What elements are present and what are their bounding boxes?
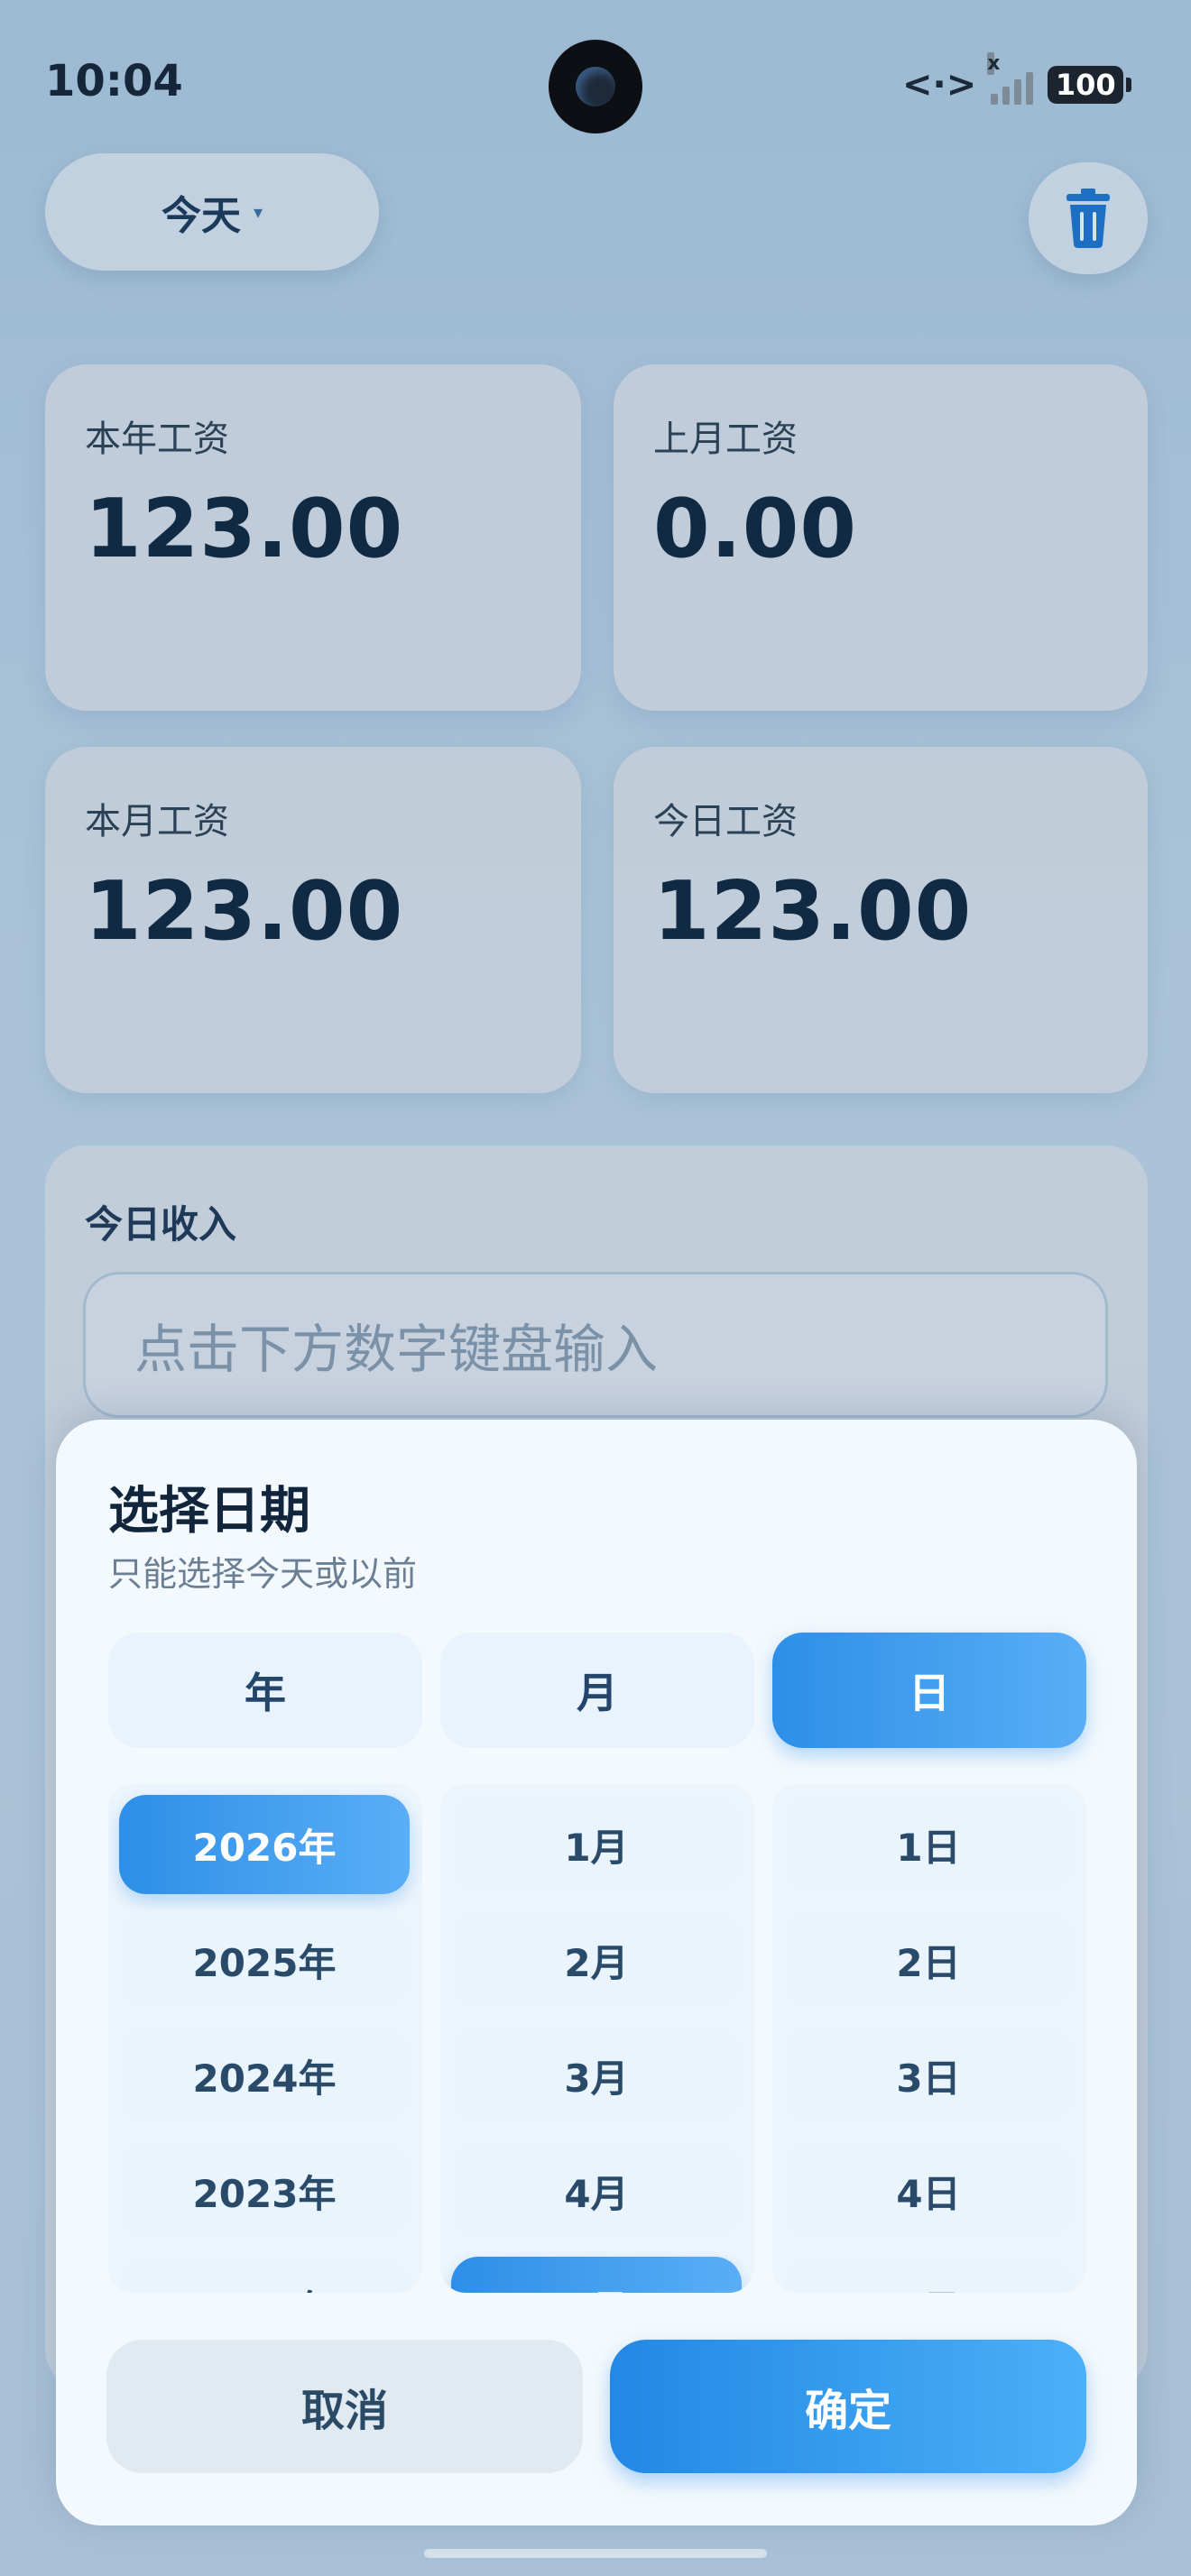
tab-month[interactable]: 月 — [440, 1633, 754, 1748]
year-option[interactable]: 2025年 — [119, 1910, 410, 2010]
stat-label: 上月工资 — [653, 419, 798, 460]
status-icons: <·> x 100 — [902, 52, 1132, 112]
month-option[interactable]: 5月 — [451, 2257, 742, 2293]
day-option[interactable]: 5日 — [783, 2257, 1074, 2293]
stat-value: 0.00 — [653, 482, 858, 576]
stat-label: 本年工资 — [85, 419, 229, 460]
stat-value: 123.00 — [653, 864, 973, 959]
tab-day[interactable]: 日 — [772, 1633, 1086, 1748]
income-title: 今日收入 — [85, 1202, 237, 1247]
year-option[interactable]: 2023年 — [119, 2141, 410, 2240]
battery-indicator: 100 — [1048, 66, 1132, 104]
month-column[interactable]: 1月 2月 3月 4月 5月 — [440, 1784, 754, 2293]
stat-card-today: 今日工资 123.00 — [614, 747, 1148, 1093]
stat-card-year: 本年工资 123.00 — [45, 364, 581, 711]
signal-weak-icon: x — [987, 52, 1034, 105]
dialog-title: 选择日期 — [108, 1482, 310, 1541]
date-picker-dialog: 选择日期 只能选择今天或以前 年 月 日 2026年 2025年 2024年 2… — [56, 1420, 1137, 2525]
dialog-subtitle: 只能选择今天或以前 — [108, 1554, 418, 1594]
home-indicator[interactable] — [424, 2549, 767, 2558]
date-selector-label: 今天 — [161, 193, 241, 239]
stat-label: 本月工资 — [85, 801, 229, 842]
year-option[interactable]: 2026年 — [119, 1795, 410, 1894]
month-option[interactable]: 4月 — [451, 2141, 742, 2240]
stat-card-last-month: 上月工资 0.00 — [614, 364, 1148, 711]
cancel-button[interactable]: 取消 — [106, 2340, 583, 2473]
day-option[interactable]: 2日 — [783, 1910, 1074, 2010]
month-option[interactable]: 2月 — [451, 1910, 742, 2010]
stat-label: 今日工资 — [653, 801, 798, 842]
status-time: 10:04 — [45, 56, 183, 106]
day-option[interactable]: 4日 — [783, 2141, 1074, 2240]
income-input[interactable]: 点击下方数字键盘输入 — [83, 1272, 1108, 1418]
tab-year[interactable]: 年 — [108, 1633, 422, 1748]
month-option[interactable]: 3月 — [451, 2026, 742, 2125]
stat-value: 123.00 — [85, 864, 404, 959]
no-signal-mark: x — [987, 52, 1001, 75]
stat-card-month: 本月工资 123.00 — [45, 747, 581, 1093]
day-option[interactable]: 3日 — [783, 2026, 1074, 2125]
day-option[interactable]: 1日 — [783, 1795, 1074, 1894]
month-option[interactable]: 1月 — [451, 1795, 742, 1894]
date-selector-button[interactable]: 今天 ▾ — [45, 153, 379, 271]
year-option[interactable]: 2024年 — [119, 2026, 410, 2125]
data-transfer-icon: <·> — [902, 64, 977, 106]
delete-button[interactable] — [1029, 162, 1148, 274]
caret-down-icon: ▾ — [253, 201, 263, 223]
confirm-button[interactable]: 确定 — [610, 2340, 1086, 2473]
front-camera — [549, 40, 642, 133]
day-column[interactable]: 1日 2日 3日 4日 5日 — [772, 1784, 1086, 2293]
stat-value: 123.00 — [85, 482, 404, 576]
year-column[interactable]: 2026年 2025年 2024年 2023年 2022年 — [108, 1784, 422, 2293]
year-option[interactable]: 2022年 — [119, 2257, 410, 2293]
trash-icon — [1066, 189, 1110, 248]
